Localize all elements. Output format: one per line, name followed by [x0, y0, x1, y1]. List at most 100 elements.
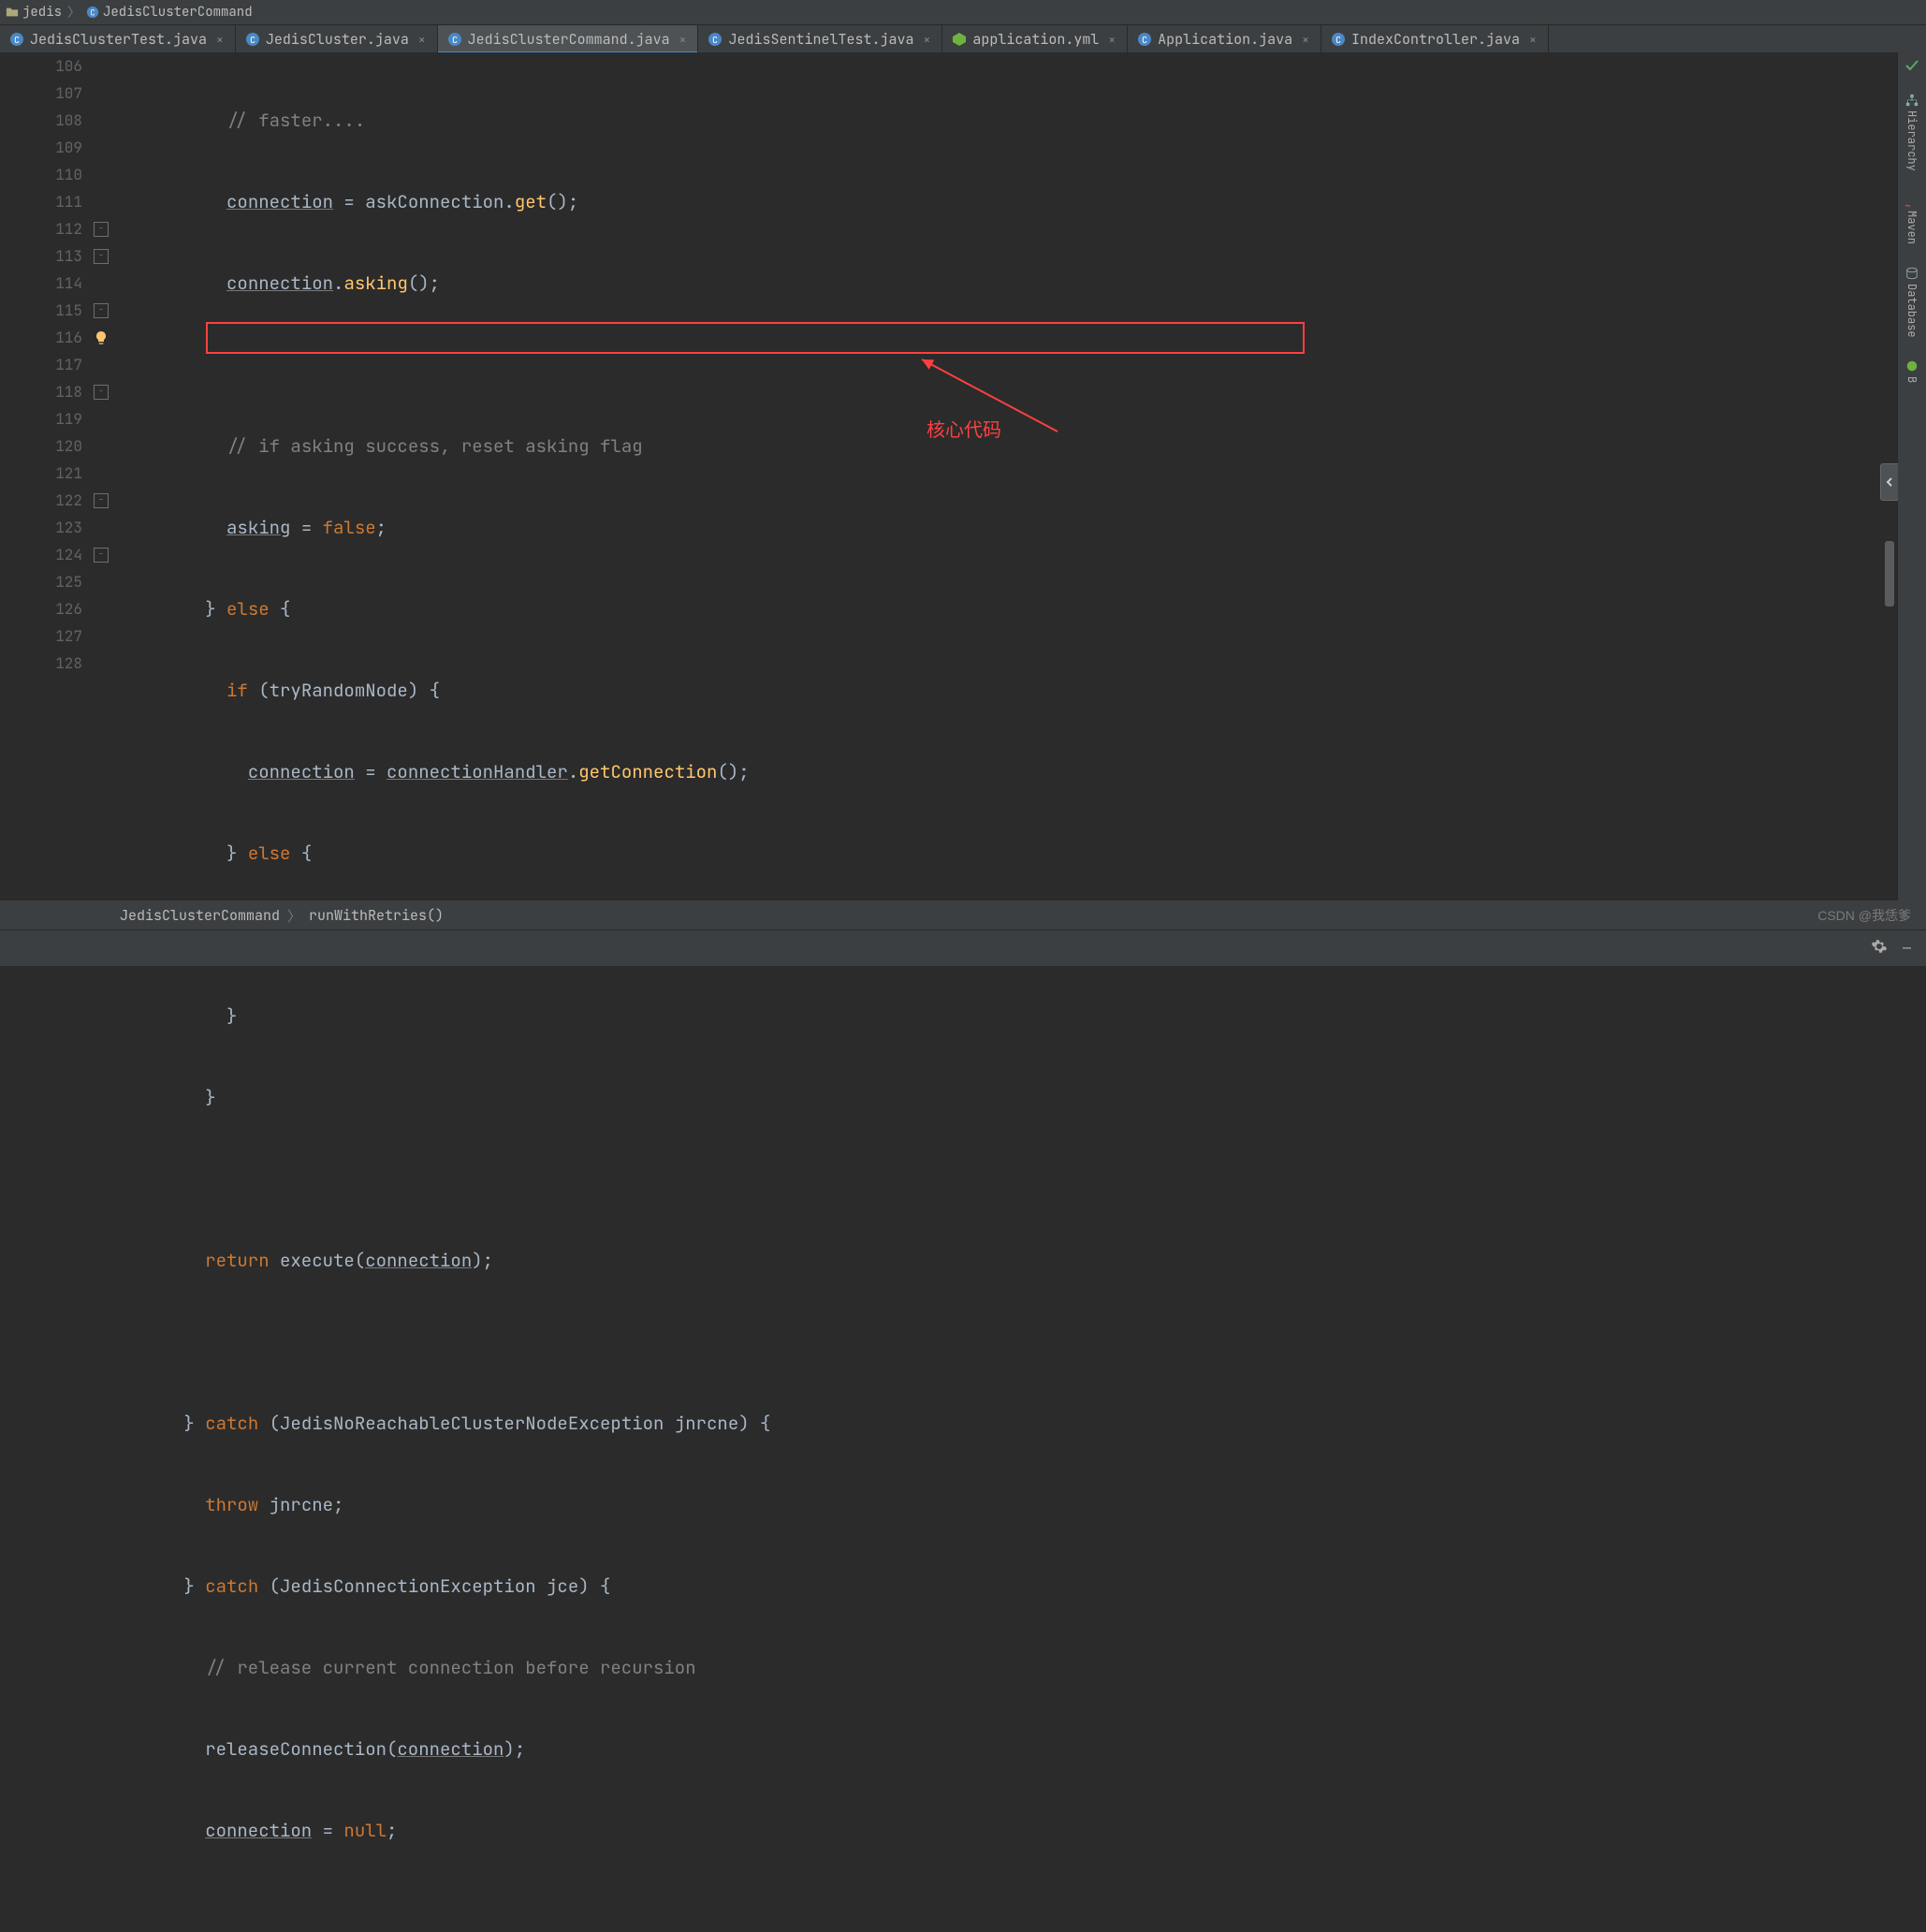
tool-b[interactable]: B [1903, 354, 1921, 388]
nav-class[interactable]: JedisClusterCommand [103, 4, 253, 21]
java-class-icon: C [708, 32, 722, 47]
editor[interactable]: 1061071081091101111121131141151161171181… [0, 52, 1898, 930]
crumb-class[interactable]: JedisClusterCommand [120, 906, 280, 925]
crumb-method[interactable]: runWithRetries() [309, 906, 444, 925]
tab-label: IndexController.java [1351, 30, 1520, 49]
code-line [112, 1165, 1898, 1193]
code-line: connection = connectionHandler.getConnec… [112, 758, 1898, 785]
svg-text:C: C [1142, 34, 1147, 46]
code-line: } catch (JedisConnectionException jce) { [112, 1573, 1898, 1600]
svg-text:C: C [14, 34, 20, 46]
code-line: // release current connection before rec… [112, 1654, 1898, 1681]
scrollbar-thumb[interactable] [1885, 541, 1894, 607]
gear-icon [1871, 938, 1888, 955]
line-number: 116 [0, 324, 82, 351]
java-class-icon: C [447, 32, 462, 47]
code-line: } [112, 1003, 1898, 1030]
line-number: 111 [0, 188, 82, 215]
code-line: asking = false; [112, 514, 1898, 541]
yml-icon [952, 32, 967, 47]
code-line [112, 351, 1898, 378]
fold-collapse-icon[interactable]: - [94, 385, 109, 400]
line-number: 123 [0, 514, 82, 541]
line-number: 106 [0, 52, 82, 80]
code-line [112, 1898, 1898, 1925]
fold-collapse-icon[interactable]: - [94, 303, 109, 318]
line-number: 121 [0, 460, 82, 487]
intention-bulb-icon[interactable] [94, 329, 109, 344]
gutter: 1061071081091101111121131141151161171181… [0, 52, 92, 930]
line-number: 113 [0, 242, 82, 270]
code-line: } [112, 1084, 1898, 1111]
code-line: } catch (JedisNoReachableClusterNodeExce… [112, 1410, 1898, 1437]
code-breadcrumb: JedisClusterCommand 〉 runWithRetries() [0, 900, 1898, 930]
code-line: // faster.... [112, 107, 1898, 134]
close-icon[interactable]: × [418, 32, 426, 48]
close-icon[interactable]: × [1302, 32, 1309, 48]
code-line: throw jnrcne; [112, 1491, 1898, 1518]
close-icon[interactable]: × [1529, 32, 1537, 48]
line-number: 107 [0, 80, 82, 107]
tool-database[interactable]: Database [1903, 261, 1921, 344]
nav-folder[interactable]: jedis [22, 4, 62, 21]
close-icon[interactable]: × [1108, 32, 1116, 48]
fold-collapse-icon[interactable]: - [94, 249, 109, 264]
code-line: connection = askConnection.get(); [112, 188, 1898, 215]
tab-label: Application.java [1158, 30, 1292, 49]
java-class-icon: C [1137, 32, 1152, 47]
highlight-box [206, 322, 1305, 354]
chevron-right-icon: 〉 [287, 906, 301, 926]
hierarchy-icon [1905, 94, 1919, 107]
class-icon: C [86, 6, 99, 19]
folder-icon [6, 6, 19, 19]
tab-application-yml[interactable]: application.yml × [942, 25, 1128, 53]
svg-text:C: C [712, 34, 718, 46]
line-number: 115 [0, 297, 82, 324]
code-line: if (tryRandomNode) { [112, 677, 1898, 704]
java-class-icon: C [1331, 32, 1346, 47]
close-icon[interactable]: × [679, 32, 687, 48]
line-number: 110 [0, 161, 82, 188]
side-panel-toggle[interactable] [1880, 463, 1898, 501]
tab-jedisclustertest[interactable]: C JedisClusterTest.java × [0, 25, 236, 53]
code-area[interactable]: // faster.... connection = askConnection… [112, 52, 1898, 930]
status-bar: — [0, 929, 1926, 966]
fold-collapse-icon[interactable]: - [94, 222, 109, 237]
tool-maven[interactable]: m Maven [1903, 188, 1921, 250]
maven-icon: m [1905, 194, 1919, 207]
svg-text:C: C [250, 34, 255, 46]
java-class-icon: C [9, 32, 24, 47]
tab-jedissentineltest[interactable]: C JedisSentinelTest.java × [698, 25, 942, 53]
close-icon[interactable]: × [216, 32, 224, 48]
code-line [112, 1328, 1898, 1355]
svg-text:C: C [1335, 34, 1341, 46]
tab-label: JedisSentinelTest.java [728, 30, 913, 49]
tab-indexcontroller[interactable]: C IndexController.java × [1321, 25, 1549, 53]
tab-jediscluster[interactable]: C JedisCluster.java × [236, 25, 438, 53]
tab-jedisclustercommand[interactable]: C JedisClusterCommand.java × [438, 25, 699, 53]
svg-text:C: C [452, 34, 458, 46]
tab-label: JedisClusterTest.java [30, 30, 207, 49]
tool-hierarchy[interactable]: Hierarchy [1903, 88, 1921, 177]
inspection-ok-icon[interactable] [1904, 58, 1919, 77]
line-number: 122 [0, 487, 82, 514]
line-number: 118 [0, 378, 82, 405]
fold-collapse-icon[interactable]: - [94, 493, 109, 508]
fold-collapse-icon[interactable]: - [94, 548, 109, 563]
java-class-icon: C [245, 32, 260, 47]
close-icon[interactable]: × [924, 32, 931, 48]
status-divider: — [1903, 939, 1911, 958]
fold-column: - - - - - - [92, 52, 112, 930]
database-icon [1905, 267, 1919, 280]
svg-text:C: C [90, 7, 95, 19]
line-number: 120 [0, 432, 82, 460]
line-number: 108 [0, 107, 82, 134]
code-line: // if asking success, reset asking flag [112, 432, 1898, 460]
settings-button[interactable] [1871, 938, 1888, 959]
tab-application[interactable]: C Application.java × [1128, 25, 1321, 53]
svg-text:m: m [1905, 204, 1914, 207]
line-number: 117 [0, 351, 82, 378]
line-number: 112 [0, 215, 82, 242]
right-tool-strip: Hierarchy m Maven Database B [1897, 52, 1926, 930]
line-number: 114 [0, 270, 82, 297]
